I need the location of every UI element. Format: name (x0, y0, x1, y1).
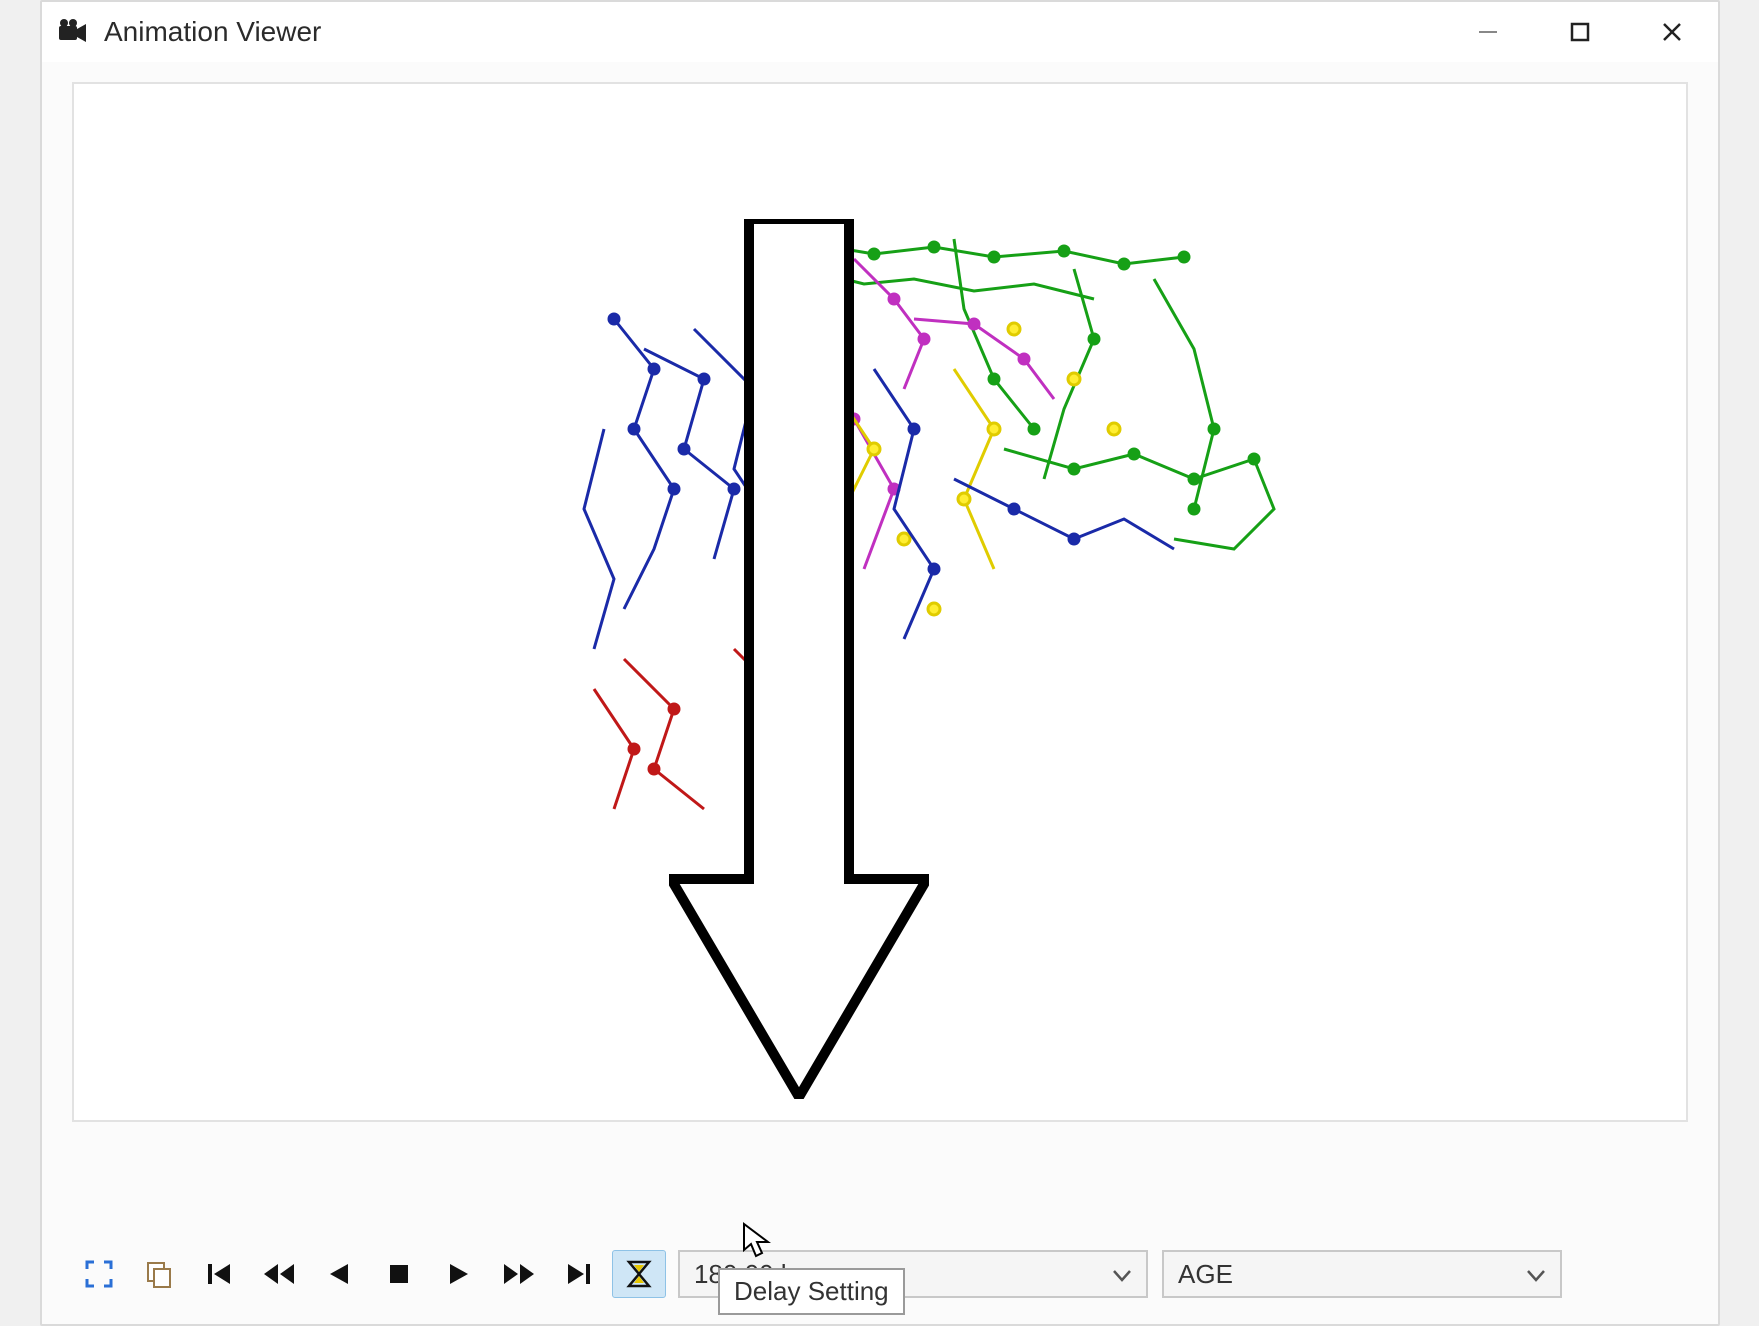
tooltip-text: Delay Setting (734, 1276, 889, 1306)
copy-button[interactable] (132, 1250, 186, 1298)
skip-first-button[interactable] (192, 1250, 246, 1298)
skip-last-button[interactable] (552, 1250, 606, 1298)
step-backward-button[interactable] (312, 1250, 366, 1298)
close-button[interactable] (1626, 2, 1718, 62)
play-button[interactable] (432, 1250, 486, 1298)
maximize-button[interactable] (1534, 2, 1626, 62)
application-window: Animation Viewer (40, 0, 1720, 1326)
parameter-selector[interactable]: AGE (1162, 1250, 1562, 1298)
delay-setting-button[interactable] (612, 1250, 666, 1298)
camera-icon (56, 15, 90, 49)
stop-button[interactable] (372, 1250, 426, 1298)
chevron-down-icon (1112, 1259, 1132, 1290)
hourglass-icon (626, 1259, 652, 1289)
chevron-down-icon (1526, 1259, 1546, 1290)
fullscreen-button[interactable] (72, 1250, 126, 1298)
minimize-button[interactable] (1442, 2, 1534, 62)
titlebar: Animation Viewer (42, 2, 1718, 62)
annotation-arrow (669, 219, 929, 1099)
mouse-cursor-icon (742, 1222, 772, 1258)
animation-canvas[interactable] (72, 82, 1688, 1122)
fast-forward-button[interactable] (492, 1250, 546, 1298)
delay-setting-tooltip: Delay Setting (718, 1268, 905, 1315)
window-controls (1442, 2, 1718, 62)
fast-backward-button[interactable] (252, 1250, 306, 1298)
parameter-value: AGE (1178, 1259, 1233, 1290)
window-title: Animation Viewer (104, 16, 321, 48)
